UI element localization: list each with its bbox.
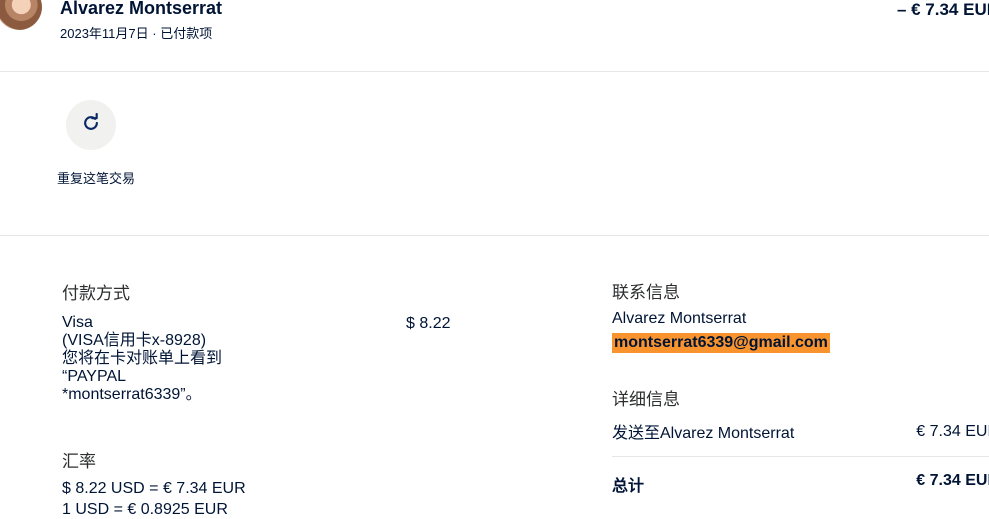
divider [612, 456, 989, 457]
avatar [0, 0, 42, 30]
repeat-transaction-label[interactable]: 重复这笔交易 [56, 170, 136, 188]
exchange-rate-title: 汇率 [62, 452, 96, 471]
divider [0, 235, 989, 236]
exchange-rate-unit: 1 USD = € 0.8925 EUR [62, 501, 228, 518]
transaction-date-status: 2023年11月7日 · 已付款项 [60, 26, 213, 41]
sent-to-amount: € 7.34 EUR [916, 423, 989, 440]
transaction-amount: – € 7.34 EUR [896, 0, 989, 19]
payment-method-title: 付款方式 [62, 284, 130, 303]
payment-method-details: Visa (VISA信用卡x-8928) 您将在卡对账单上看到 “PAYPAL … [62, 314, 223, 403]
total-label: 总计 [612, 478, 645, 495]
repeat-transaction-button[interactable] [66, 100, 116, 150]
divider [0, 71, 989, 72]
contact-email[interactable]: montserrat6339@gmail.com [612, 333, 830, 353]
sent-to-label: 发送至Alvarez Montserrat [612, 425, 795, 442]
refresh-icon [81, 112, 101, 138]
counterparty-name: Alvarez Montserrat [60, 0, 223, 18]
exchange-rate-conversion: $ 8.22 USD = € 7.34 EUR [62, 480, 246, 497]
contact-name: Alvarez Montserrat [612, 310, 747, 327]
total-amount: € 7.34 EUR [916, 472, 989, 489]
payment-method-amount: $ 8.22 [406, 315, 451, 332]
details-title: 详细信息 [612, 390, 680, 409]
contact-info-title: 联系信息 [612, 283, 680, 302]
